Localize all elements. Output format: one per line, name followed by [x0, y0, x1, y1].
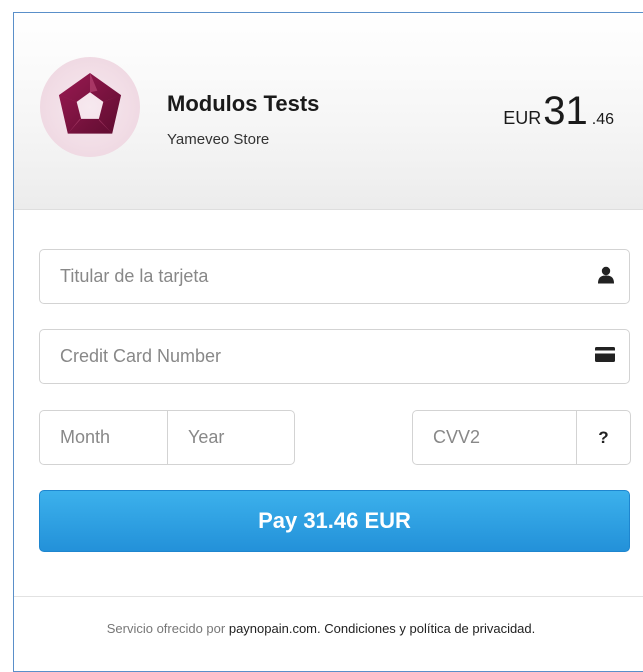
user-icon: [597, 265, 615, 288]
amount-decimal: .46: [591, 111, 614, 128]
card-holder-input[interactable]: [60, 250, 473, 303]
merchant-name: Modulos Tests: [167, 91, 320, 116]
store-name: Yameveo Store: [167, 131, 270, 148]
terms-link[interactable]: Condiciones y política de privacidad.: [324, 621, 535, 636]
amount-integer: 31: [543, 89, 588, 133]
footer-divider: [14, 596, 643, 597]
footer-prefix: Servicio ofrecido por: [106, 621, 226, 636]
expiry-month-field[interactable]: [39, 410, 168, 465]
payment-widget: Modulos Tests Yameveo Store EUR31.46 Tit…: [13, 12, 643, 672]
expiry-month-input[interactable]: [60, 411, 149, 464]
cvv-field[interactable]: [412, 410, 577, 465]
merchant-header: Modulos Tests Yameveo Store EUR31.46: [14, 13, 643, 210]
merchant-logo: [40, 57, 140, 157]
cvv-input[interactable]: [433, 411, 548, 464]
provider-link[interactable]: paynopain.com.: [229, 621, 321, 636]
cvv-help-button[interactable]: ?: [576, 410, 631, 465]
expiry-year-input[interactable]: [188, 411, 277, 464]
card-number-field[interactable]: [39, 329, 630, 384]
amount-display: EUR31.46: [503, 89, 614, 134]
card-holder-field[interactable]: [39, 249, 630, 304]
pentagon-swirl-logo-icon: [58, 72, 122, 134]
amount-currency: EUR: [503, 108, 542, 128]
card-number-input[interactable]: [60, 330, 473, 383]
expiry-year-field[interactable]: [167, 410, 295, 465]
credit-card-icon: [595, 346, 615, 367]
pay-button[interactable]: Pay 31.46 EUR: [39, 490, 630, 552]
footer-text: Servicio ofrecido por paynopain.com. Con…: [14, 621, 628, 636]
